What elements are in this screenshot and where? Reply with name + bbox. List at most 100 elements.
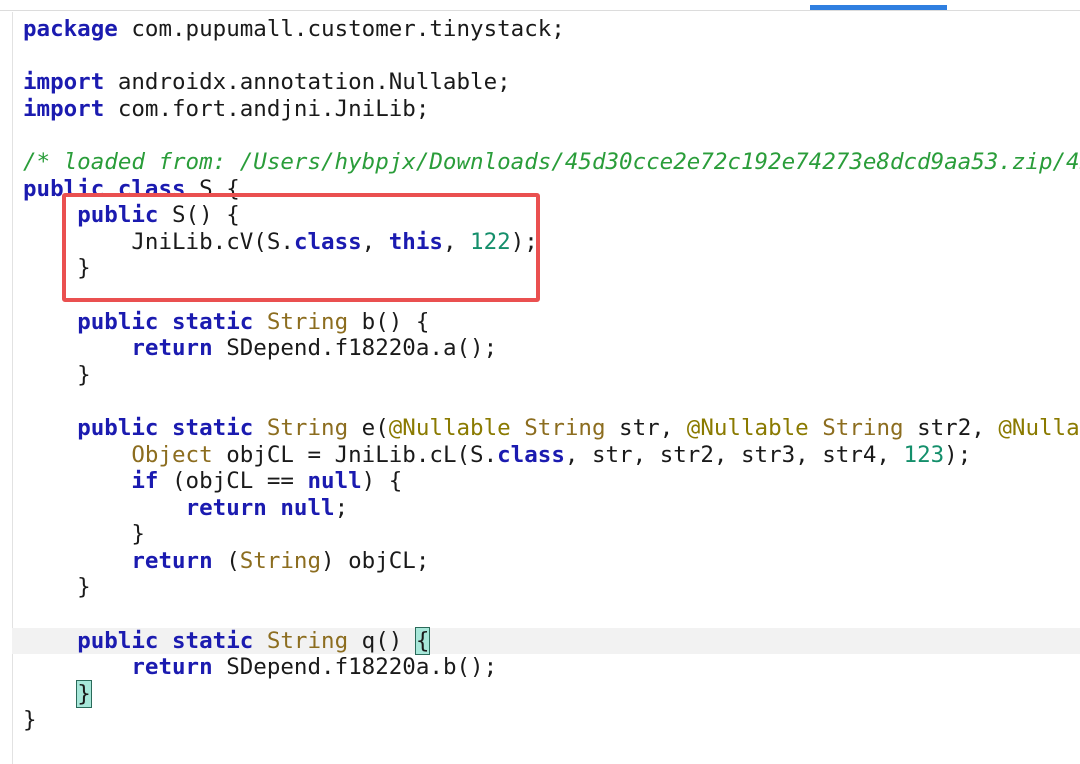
code-token: public static xyxy=(77,308,254,335)
code-token: null xyxy=(307,468,362,495)
code-token: ); xyxy=(944,441,972,468)
code-token: e( xyxy=(348,414,389,441)
code-token: ) { xyxy=(361,468,403,495)
code-line[interactable]: public class S { xyxy=(23,176,1080,203)
code-token: androidx.annotation.Nullable; xyxy=(104,69,511,96)
code-line[interactable]: } xyxy=(23,521,1080,548)
code-token: String xyxy=(239,547,322,574)
code-line[interactable]: } xyxy=(23,362,1080,389)
code-token: public xyxy=(77,202,159,229)
code-line[interactable]: public static String b() { xyxy=(23,309,1080,336)
code-token: /* loaded from: /Users/hybpjx/Downloads/… xyxy=(23,148,1080,175)
code-token: package xyxy=(23,16,118,42)
code-token: } xyxy=(23,574,91,601)
code-token: return xyxy=(131,654,213,681)
code-line[interactable]: return (String) objCL; xyxy=(23,548,1080,575)
code-line[interactable]: import com.fort.andjni.JniLib; xyxy=(23,96,1080,123)
code-line[interactable] xyxy=(23,43,1080,70)
matched-brace: { xyxy=(414,626,431,655)
code-token: , str, str2, str3, str4, xyxy=(564,441,904,468)
code-token: } xyxy=(23,707,37,734)
code-line[interactable] xyxy=(23,601,1080,628)
code-token: S { xyxy=(185,175,240,202)
code-token: } xyxy=(23,255,91,282)
code-line[interactable]: JniLib.cV(S.class, this, 122); xyxy=(23,229,1080,256)
code-line[interactable]: } xyxy=(23,707,1080,734)
code-token: S() { xyxy=(158,202,240,229)
code-line[interactable]: public static String q() { xyxy=(12,626,1080,655)
code-token: q() xyxy=(348,627,416,654)
code-token: this xyxy=(388,228,443,255)
code-token: ( xyxy=(212,547,240,574)
code-line[interactable]: } xyxy=(23,679,1080,708)
code-line[interactable]: public S() { xyxy=(23,202,1080,229)
code-token: if xyxy=(131,468,159,495)
active-tab-indicator[interactable] xyxy=(810,5,947,10)
code-token: class xyxy=(497,441,565,468)
code-line[interactable]: import androidx.annotation.Nullable; xyxy=(23,69,1080,96)
code-line[interactable]: package com.pupumall.customer.tinystack; xyxy=(23,16,1080,43)
code-token: 123 xyxy=(903,441,945,468)
code-token: public static xyxy=(77,414,254,441)
code-token: SDepend.f18220a.b(); xyxy=(212,654,498,681)
code-token: class xyxy=(293,228,362,255)
code-token: ) objCL; xyxy=(321,547,430,574)
code-token: public static xyxy=(77,627,254,654)
code-line[interactable]: } xyxy=(23,574,1080,601)
code-token: , xyxy=(361,228,389,255)
code-token: import xyxy=(23,69,105,96)
code-line[interactable]: Object objCL = JniLib.cL(S.class, str, s… xyxy=(23,442,1080,469)
code-token: String xyxy=(822,414,904,441)
code-token: } xyxy=(23,521,145,548)
code-token: return xyxy=(131,335,213,362)
code-token: 122 xyxy=(470,228,511,255)
code-line[interactable]: return SDepend.f18220a.a(); xyxy=(23,335,1080,362)
code-token: b() { xyxy=(348,308,430,335)
code-token: com.fort.andjni.JniLib; xyxy=(104,95,430,122)
code-token: public class xyxy=(23,175,186,202)
code-token: (objCL == xyxy=(158,468,308,495)
matched-brace: } xyxy=(76,679,92,708)
code-token: } xyxy=(23,361,91,388)
code-token: String xyxy=(266,627,349,654)
code-token: SDepend.f18220a.a(); xyxy=(212,335,498,362)
code-line[interactable]: public static String e(@Nullable String … xyxy=(23,415,1080,442)
code-token: @Nullable xyxy=(686,414,809,441)
code-line[interactable]: return SDepend.f18220a.b(); xyxy=(23,654,1080,681)
code-editor[interactable]: package com.pupumall.customer.tinystack;… xyxy=(12,16,1080,734)
code-line[interactable]: /* loaded from: /Users/hybpjx/Downloads/… xyxy=(23,149,1080,176)
code-line[interactable] xyxy=(23,388,1080,415)
code-token: , xyxy=(442,228,471,255)
code-token: import xyxy=(23,95,105,122)
code-line[interactable] xyxy=(23,122,1080,149)
code-token: objCL = JniLib.cL(S. xyxy=(212,441,498,468)
code-token: return null xyxy=(185,494,335,521)
code-line[interactable]: return null; xyxy=(23,495,1080,522)
code-line[interactable]: if (objCL == null) { xyxy=(23,468,1080,495)
code-token: ; xyxy=(334,494,349,521)
code-token: com.pupumall.customer.tinystack; xyxy=(117,16,565,42)
code-line[interactable] xyxy=(23,282,1080,309)
code-token: @Nullable xyxy=(388,414,511,441)
code-token: str, xyxy=(605,414,687,441)
code-line[interactable]: } xyxy=(23,255,1080,282)
code-token: str2, xyxy=(903,414,999,441)
code-token: ); xyxy=(510,228,538,255)
code-token: JniLib.cV(S. xyxy=(23,228,294,255)
code-editor-window: package com.pupumall.customer.tinystack;… xyxy=(0,0,1080,764)
code-token: String xyxy=(266,414,349,441)
